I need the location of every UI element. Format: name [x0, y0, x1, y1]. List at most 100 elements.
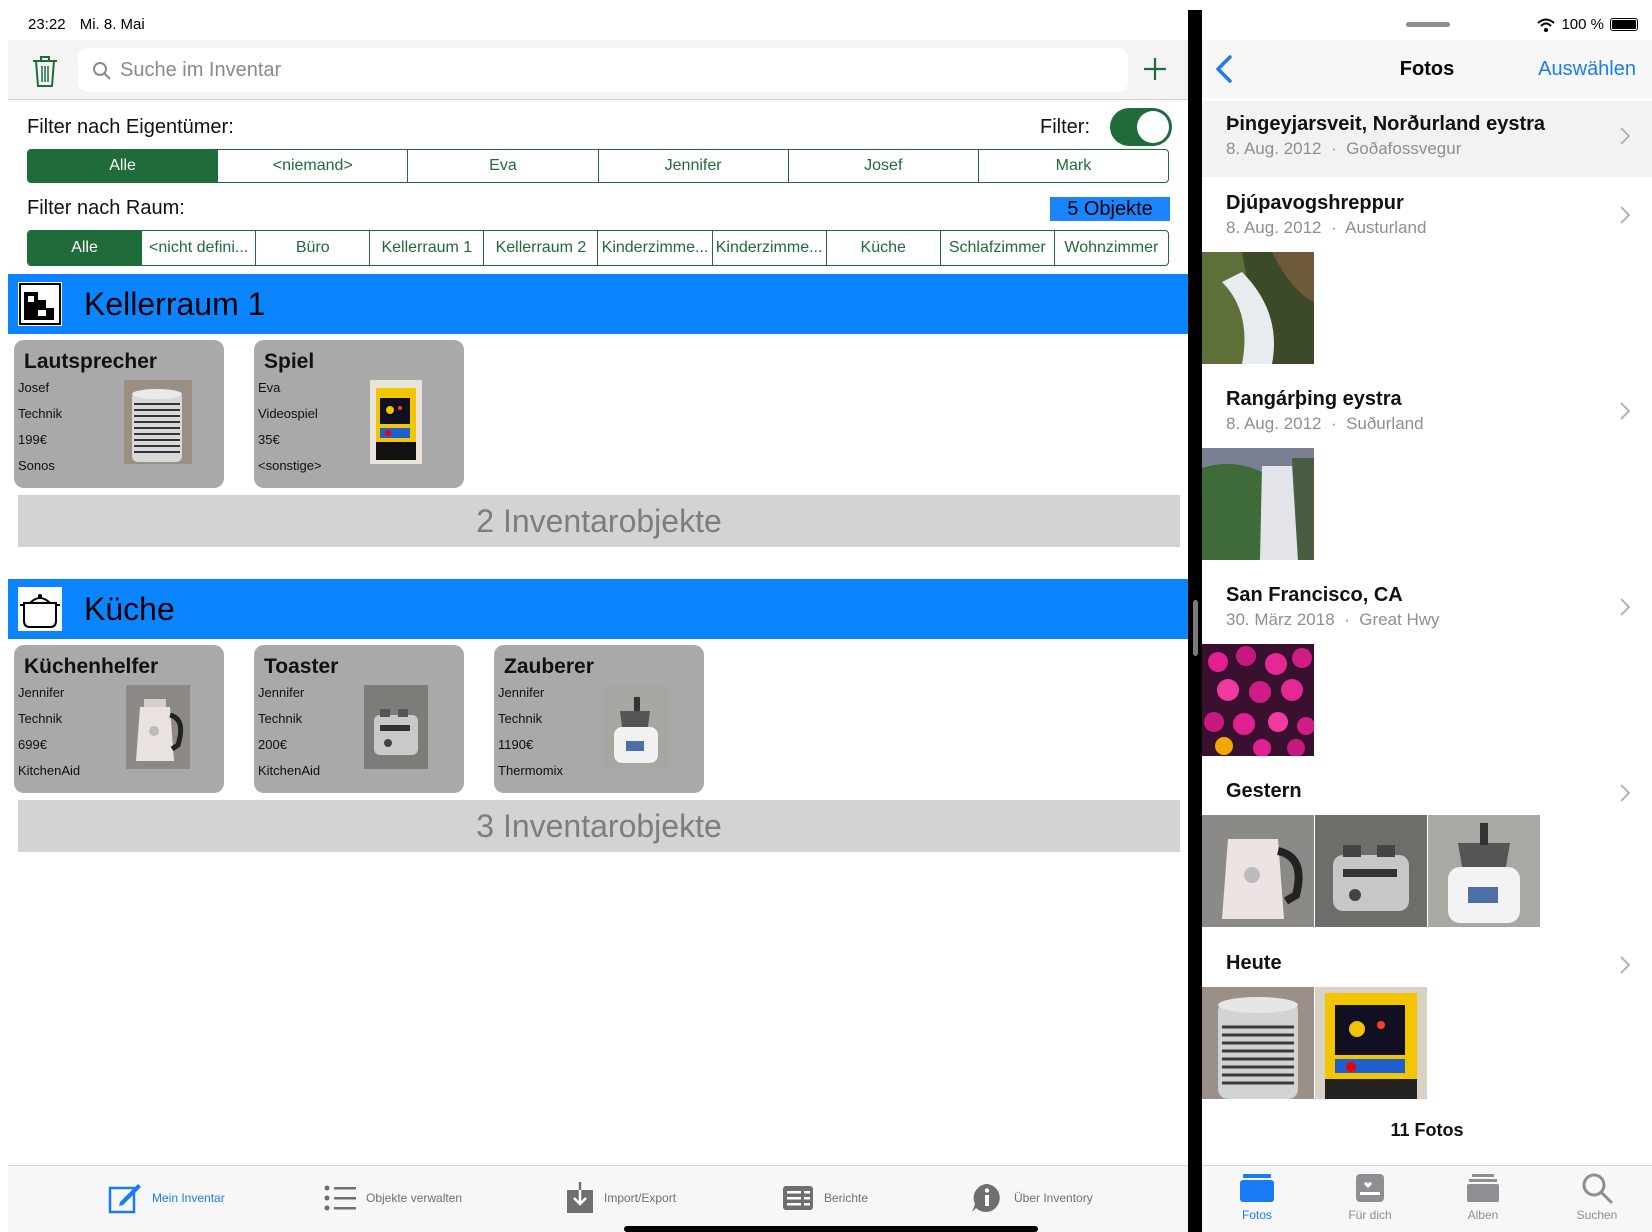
card-brand: Sonos — [18, 458, 55, 473]
inventory-card[interactable]: Lautsprecher Josef Technik 199€ Sonos — [14, 340, 224, 488]
tab-suchen[interactable]: Suchen — [1552, 1172, 1642, 1222]
card-owner: Jennifer — [498, 685, 545, 700]
photo-thumbnail[interactable] — [1202, 644, 1314, 756]
room-segment-6[interactable]: Kinderzimme... — [711, 231, 826, 265]
home-indicator[interactable] — [624, 1226, 1038, 1232]
search-icon — [1582, 1173, 1613, 1204]
inventory-card[interactable]: Zauberer Jennifer Technik 1190€ Thermomi… — [494, 645, 704, 793]
moment-title: Rangárþing eystra — [1226, 388, 1402, 410]
inventory-card[interactable]: Küchenhelfer Jennifer Technik 699€ Kitch… — [14, 645, 224, 793]
photo-thumbnail[interactable] — [1315, 987, 1427, 1099]
room-segment-2[interactable]: Büro — [255, 231, 369, 265]
tab-fuer-dich[interactable]: Für dich — [1325, 1172, 1415, 1222]
search-field[interactable] — [78, 48, 1128, 92]
tab-import-export[interactable]: Import/Export — [566, 1180, 676, 1216]
pot-icon — [18, 587, 62, 631]
report-icon — [783, 1186, 813, 1210]
card-title: Spiel — [264, 350, 315, 373]
filter-toggle[interactable] — [1110, 108, 1172, 146]
edit-icon — [108, 1184, 141, 1214]
room-segment-5[interactable]: Kinderzimme... — [597, 231, 711, 265]
tab-mein-inventar[interactable]: Mein Inventar — [108, 1180, 225, 1216]
object-count-badge: 5 Objekte — [1050, 197, 1170, 221]
room-segment-9[interactable]: Wohnzimmer — [1053, 231, 1168, 265]
wifi-icon — [1537, 18, 1556, 32]
battery-icon — [1610, 18, 1638, 31]
photo-thumbnail[interactable] — [1315, 815, 1427, 927]
room-segment-4[interactable]: Kellerraum 2 — [483, 231, 597, 265]
photos-nav-bar: Fotos Auswählen — [1202, 40, 1652, 98]
room-segment-8[interactable]: Schlafzimmer — [939, 231, 1054, 265]
multitask-grabber[interactable] — [1406, 22, 1450, 27]
battery-percent: 100 % — [1561, 16, 1604, 33]
card-category: Technik — [498, 711, 543, 726]
room-header-kueche: Küche — [8, 579, 1188, 639]
add-icon[interactable] — [1142, 56, 1168, 82]
owner-segment-2[interactable]: Eva — [407, 150, 597, 182]
arcade-photo — [370, 380, 422, 464]
thermomix-photo — [604, 685, 668, 769]
card-brand: KitchenAid — [18, 763, 81, 778]
card-owner: Eva — [258, 380, 281, 395]
tab-berichte[interactable]: Berichte — [782, 1180, 868, 1216]
filter-toggle-label: Filter: — [1040, 116, 1090, 138]
photo-thumbnail[interactable] — [1202, 252, 1314, 364]
card-price: 200€ — [258, 737, 287, 752]
moment-row[interactable]: Rangárþing eystra 8. Aug. 2012 · Suðurla… — [1202, 376, 1652, 452]
stairs-icon — [18, 282, 62, 326]
room-header-kellerraum: Kellerraum 1 — [8, 274, 1188, 334]
chevron-right-icon — [1620, 402, 1630, 420]
moment-row[interactable]: Djúpavogshreppur 8. Aug. 2012 · Austurla… — [1202, 180, 1652, 256]
moment-row[interactable]: Þingeyjarsveit, Norðurland eystra 8. Aug… — [1202, 101, 1652, 177]
room-segment-1[interactable]: <nicht defini... — [141, 231, 255, 265]
card-category: Technik — [18, 711, 63, 726]
inventory-card[interactable]: Toaster Jennifer Technik 200€ KitchenAid — [254, 645, 464, 793]
moment-title: San Francisco, CA — [1226, 584, 1403, 606]
tab-ueber-inventory[interactable]: Über Inventory — [970, 1180, 1093, 1216]
tab-alben[interactable]: Alben — [1438, 1172, 1528, 1222]
status-date: Mi. 8. Mai — [79, 16, 145, 33]
owner-segment-3[interactable]: Jennifer — [597, 150, 788, 182]
toaster-photo — [364, 685, 428, 769]
card-brand: Thermomix — [498, 763, 564, 778]
owner-segment-1[interactable]: <niemand> — [217, 150, 407, 182]
room-title: Küche — [84, 591, 175, 627]
select-button[interactable]: Auswählen — [1538, 58, 1636, 81]
owner-filter-label: Filter nach Eigentümer: — [27, 116, 234, 138]
owner-segment-5[interactable]: Mark — [977, 150, 1168, 182]
section-item-count: 2 Inventarobjekte — [18, 495, 1180, 547]
owner-segment-4[interactable]: Josef — [787, 150, 978, 182]
card-category: Videospiel — [258, 406, 318, 421]
card-title: Lautsprecher — [24, 350, 158, 373]
inventory-card[interactable]: Spiel Eva Videospiel 35€ <sonstige> — [254, 340, 464, 488]
tab-label: Objekte verwalten — [366, 1191, 463, 1205]
card-owner: Jennifer — [18, 685, 65, 700]
screen: 23:22 Mi. 8. Mai Filter nach Eigentüm — [0, 0, 1652, 1232]
chevron-right-icon — [1620, 598, 1630, 616]
chevron-right-icon — [1620, 784, 1630, 802]
tab-objekte-verwalten[interactable]: Objekte verwalten — [324, 1180, 462, 1216]
split-view-handle[interactable] — [1193, 600, 1198, 656]
owner-segment-0[interactable]: Alle — [28, 150, 218, 182]
card-price: 699€ — [18, 737, 47, 752]
moment-row[interactable]: San Francisco, CA 30. März 2018 · Great … — [1202, 572, 1652, 648]
photo-thumbnail[interactable] — [1202, 448, 1314, 560]
tab-label: Fotos — [1241, 1208, 1272, 1222]
moment-subtitle: 8. Aug. 2012 · Austurland — [1226, 218, 1427, 237]
photo-thumbnail[interactable] — [1202, 815, 1314, 927]
trash-icon[interactable] — [30, 54, 60, 88]
room-segment-3[interactable]: Kellerraum 1 — [369, 231, 483, 265]
photo-thumbnail[interactable] — [1202, 987, 1314, 1099]
room-segment-0[interactable]: Alle — [28, 231, 142, 265]
photos-tab-bar: Fotos Für dich Alben Suchen — [1202, 1165, 1652, 1232]
card-brand: KitchenAid — [258, 763, 321, 778]
card-price: 35€ — [258, 432, 280, 447]
photos-icon — [1240, 1174, 1274, 1202]
tab-fotos[interactable]: Fotos — [1212, 1172, 1302, 1222]
search-input[interactable] — [120, 48, 1100, 92]
photos-app: 100 % Fotos Auswählen Þingeyjarsveit, No… — [1202, 0, 1652, 1232]
tab-label: Alben — [1467, 1208, 1499, 1222]
room-segment-7[interactable]: Küche — [825, 231, 940, 265]
photo-thumbnail[interactable] — [1428, 815, 1540, 927]
moment-subtitle: 30. März 2018 · Great Hwy — [1226, 610, 1440, 629]
